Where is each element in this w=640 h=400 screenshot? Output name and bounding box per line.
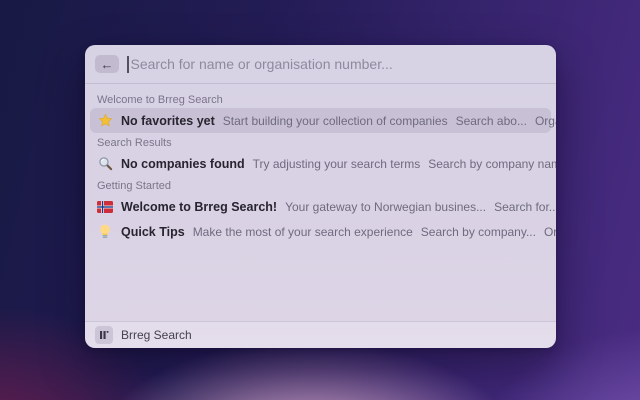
list-item-quick-tips[interactable]: Quick Tips Make the most of your search … bbox=[90, 219, 556, 244]
list-item-accessory: Search abo... bbox=[455, 113, 527, 128]
section-header: Welcome to Brreg Search bbox=[97, 94, 223, 106]
back-button[interactable]: ← bbox=[95, 55, 119, 73]
footer-bar: Brreg Search bbox=[85, 321, 556, 348]
list-item-accessory: Or organization number bbox=[543, 224, 556, 239]
star-icon bbox=[97, 113, 113, 129]
list-item-accessory: Search by company... bbox=[420, 224, 536, 239]
back-arrow-icon: ← bbox=[100, 56, 114, 72]
list-item-accessory: Organize with custom emojis bbox=[534, 113, 556, 128]
magnifying-glass-icon bbox=[97, 156, 113, 172]
list-item-title: No companies found bbox=[121, 156, 245, 171]
section-header: Search Results bbox=[97, 137, 172, 149]
light-bulb-icon bbox=[97, 224, 113, 240]
norway-flag-icon bbox=[97, 199, 113, 215]
search-input[interactable] bbox=[130, 56, 546, 72]
brreg-logo-icon bbox=[95, 326, 113, 344]
list-item-title: Quick Tips bbox=[121, 224, 185, 239]
section-header: Getting Started bbox=[97, 180, 171, 192]
list-item-subtitle: Your gateway to Norwegian busines... bbox=[285, 199, 487, 214]
search-bar: ← bbox=[85, 45, 556, 83]
results-list: Welcome to Brreg Search No favorites yet… bbox=[85, 84, 556, 321]
text-cursor bbox=[127, 55, 129, 73]
list-item-accessory: Search by company name bbox=[428, 156, 556, 171]
list-item-subtitle: Make the most of your search experience bbox=[192, 224, 413, 239]
footer-app-name: Brreg Search bbox=[121, 328, 192, 342]
list-item-subtitle: Start building your collection of compan… bbox=[222, 113, 448, 128]
list-item-accessory: Search for... bbox=[494, 199, 556, 214]
list-item-welcome[interactable]: Welcome to Brreg Search! Your gateway to… bbox=[90, 194, 556, 219]
list-item-no-favorites[interactable]: No favorites yet Start building your col… bbox=[90, 108, 556, 133]
list-item-subtitle: Try adjusting your search terms bbox=[252, 156, 421, 171]
list-item-title: Welcome to Brreg Search! bbox=[121, 199, 278, 214]
launcher-window: ← Welcome to Brreg Search No favorites y… bbox=[85, 45, 556, 348]
list-item-title: No favorites yet bbox=[121, 113, 215, 128]
list-item-no-companies[interactable]: No companies found Try adjusting your se… bbox=[90, 151, 556, 176]
